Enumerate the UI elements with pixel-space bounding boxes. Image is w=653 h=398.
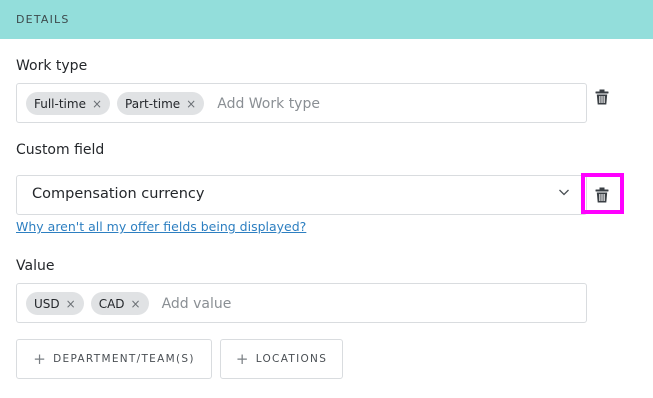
tag-part-time: Part-time × [117, 92, 205, 115]
remove-tag-icon[interactable]: × [92, 98, 102, 110]
details-header: DETAILS [0, 0, 653, 39]
section-title: DETAILS [16, 13, 70, 26]
tag-label: Part-time [125, 96, 181, 111]
tag-full-time: Full-time × [26, 92, 111, 115]
tag-label: USD [34, 296, 60, 311]
add-locations-label: LOCATIONS [255, 353, 328, 365]
work-type-placeholder[interactable]: Add Work type [217, 96, 320, 112]
value-placeholder[interactable]: Add value [162, 296, 232, 312]
value-input[interactable]: USD × CAD × Add value [16, 283, 587, 323]
remove-tag-icon[interactable]: × [66, 298, 76, 310]
remove-tag-icon[interactable]: × [131, 298, 141, 310]
chevron-down-icon [559, 189, 569, 196]
add-department-button[interactable]: + DEPARTMENT/TEAM(S) [16, 339, 212, 379]
value-label: Value [16, 258, 55, 274]
work-type-label: Work type [16, 58, 88, 74]
tag-usd: USD × [26, 292, 84, 315]
custom-field-label: Custom field [16, 142, 105, 158]
tag-label: Full-time [34, 96, 86, 111]
trash-icon[interactable] [595, 187, 609, 203]
custom-field-value: Compensation currency [32, 186, 205, 202]
add-locations-button[interactable]: + LOCATIONS [220, 339, 343, 379]
plus-icon: + [235, 349, 250, 368]
remove-tag-icon[interactable]: × [186, 98, 196, 110]
trash-icon[interactable] [595, 89, 609, 105]
custom-field-select[interactable]: Compensation currency [16, 175, 587, 215]
tag-cad: CAD × [90, 292, 149, 315]
offer-fields-help-link[interactable]: Why aren't all my offer fields being dis… [16, 219, 306, 234]
add-department-label: DEPARTMENT/TEAM(S) [53, 353, 195, 365]
work-type-input[interactable]: Full-time × Part-time × Add Work type [16, 83, 587, 123]
tag-label: CAD [98, 296, 125, 311]
plus-icon: + [33, 349, 48, 368]
